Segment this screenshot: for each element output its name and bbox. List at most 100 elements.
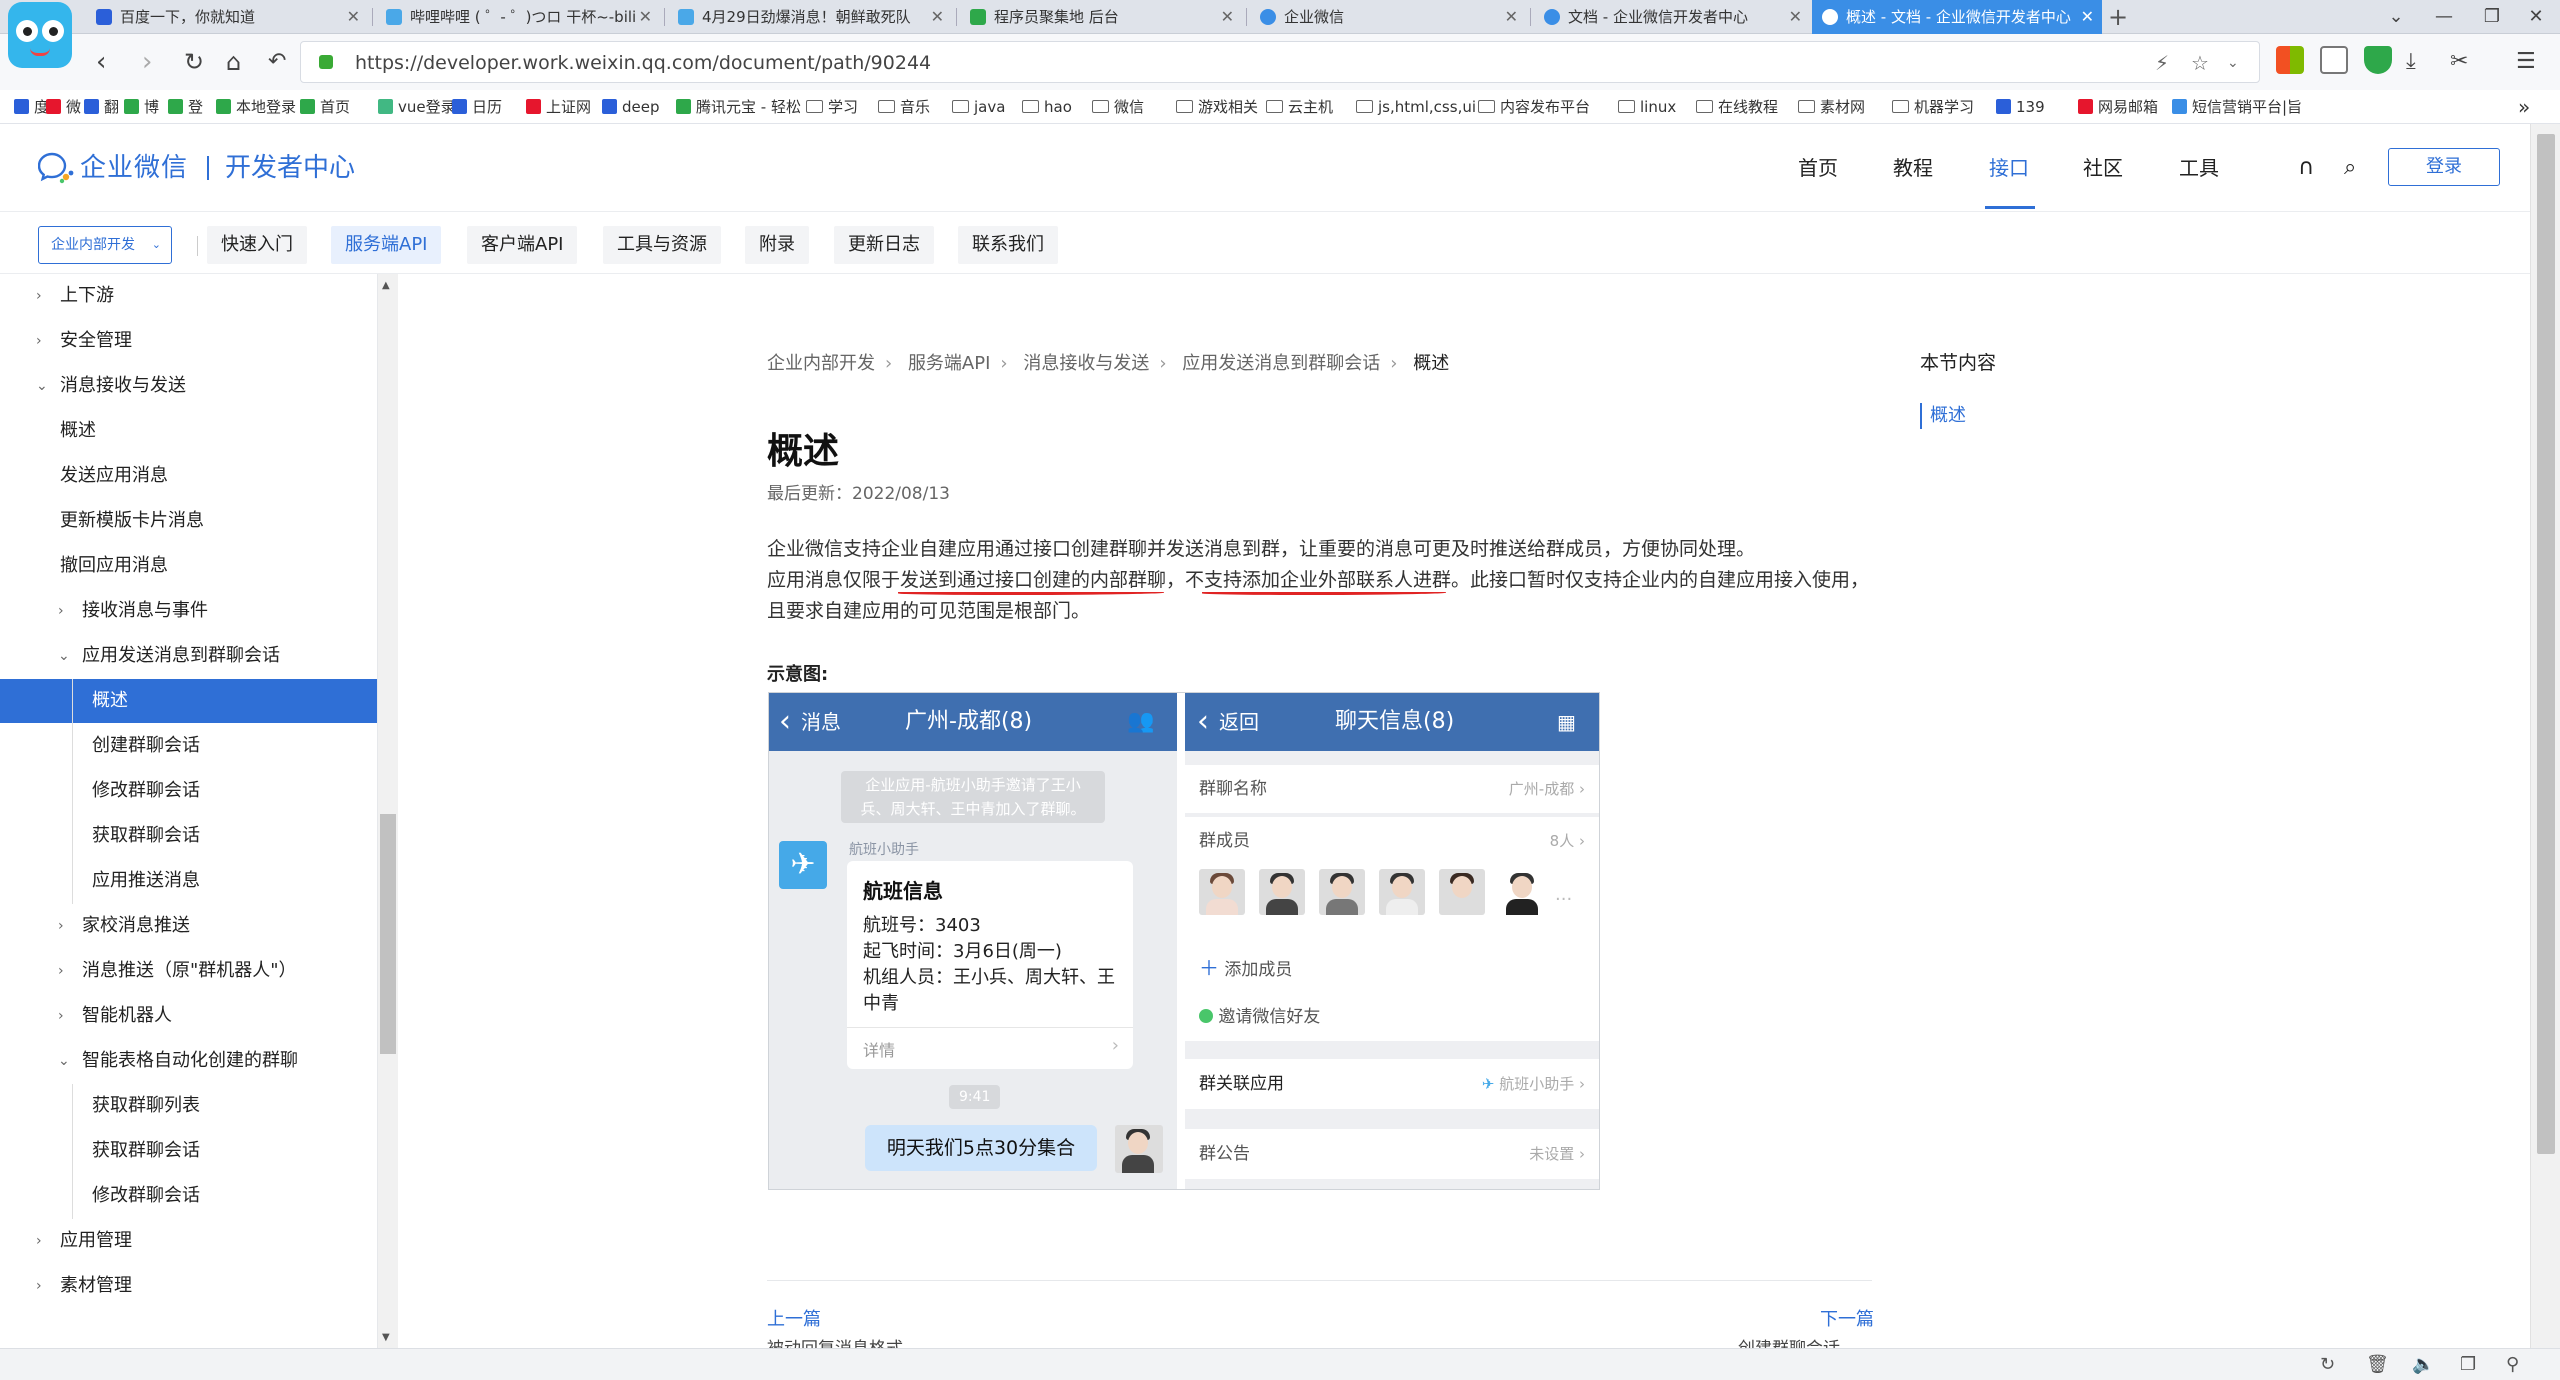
sidebar-item[interactable]: › 智能机器人 xyxy=(0,994,377,1038)
bookmark-19[interactable]: js,html,css,ui xyxy=(1356,90,1476,124)
bookmark-18[interactable]: 云主机 xyxy=(1266,90,1333,124)
bookmark-25[interactable]: 139 xyxy=(1996,90,2045,124)
chevron-down-icon[interactable]: ⌄ xyxy=(36,364,48,408)
bookmark-12[interactable]: 学习 xyxy=(806,90,858,124)
bookmark-9[interactable]: 上证网 xyxy=(526,90,591,124)
close-window-button[interactable]: ✕ xyxy=(2516,0,2556,34)
bookmark-24[interactable]: 机器学习 xyxy=(1892,90,1974,124)
bookmark-3[interactable]: 博 xyxy=(124,90,159,124)
subnav-quickstart[interactable]: 快速入门 xyxy=(207,226,307,264)
sidebar-item[interactable]: 更新模版卡片消息 xyxy=(0,499,377,543)
bookmark-26[interactable]: 网易邮箱 xyxy=(2078,90,2158,124)
shield-icon[interactable] xyxy=(2364,46,2392,74)
chevron-right-icon[interactable]: › xyxy=(36,1219,42,1263)
restore-button[interactable]: ❐ xyxy=(2472,0,2512,34)
scroll-down-icon[interactable]: ▼ xyxy=(382,1332,390,1343)
lightning-icon[interactable]: ⚡ xyxy=(2155,48,2169,78)
bookmark-17[interactable]: 游戏相关 xyxy=(1176,90,1258,124)
sidebar-item[interactable]: › 安全管理 xyxy=(0,319,377,363)
browser-tab-news[interactable]: 4月29日劲爆消息！朝鲜敢死队 ✕ xyxy=(668,0,952,34)
sidebar-item[interactable]: ⌄ 智能表格自动化创建的群聊 xyxy=(0,1039,377,1083)
chevron-right-icon[interactable]: › xyxy=(36,1264,42,1308)
bookmark-8[interactable]: 日历 xyxy=(452,90,502,124)
star-icon[interactable]: ☆ xyxy=(2191,48,2209,78)
sidebar-item[interactable]: ⌄ 消息接收与发送 xyxy=(0,364,377,408)
close-tab-icon[interactable]: ✕ xyxy=(1221,0,1234,34)
nav-tutorials[interactable]: 教程 xyxy=(1893,148,1933,188)
sidebar-scrollbar[interactable]: ▲ ▼ xyxy=(378,274,398,1348)
sidebar-item[interactable]: 撤回应用消息 xyxy=(0,544,377,588)
sidebar-item[interactable]: 概述 xyxy=(0,679,377,723)
chevron-right-icon[interactable]: › xyxy=(58,949,64,993)
menu-icon[interactable]: ☰ xyxy=(2516,44,2536,80)
browser-tab-admin[interactable]: 程序员聚集地 后台 ✕ xyxy=(960,0,1242,34)
trash-icon[interactable]: 🗑 xyxy=(2366,1353,2389,1377)
next-page-title[interactable]: 创建群聊会话 xyxy=(1738,1338,1840,1348)
browser-tab-docs[interactable]: 文档 - 企业微信开发者中心 ✕ xyxy=(1534,0,1810,34)
close-tab-icon[interactable]: ✕ xyxy=(347,0,360,34)
page-scrollbar[interactable] xyxy=(2530,124,2560,1348)
bookmark-2[interactable]: 翻 xyxy=(84,90,119,124)
back-icon[interactable]: ‹ xyxy=(96,44,106,80)
subnav-contact[interactable]: 联系我们 xyxy=(958,226,1058,264)
subnav-client-api[interactable]: 客户端API xyxy=(467,226,578,264)
wework-logo-icon[interactable] xyxy=(38,152,74,184)
volume-icon[interactable]: 🔈 xyxy=(2412,1353,2434,1377)
dev-type-select[interactable]: 企业内部开发 ⌄ xyxy=(38,226,172,264)
sidebar-item[interactable]: › 素材管理 xyxy=(0,1264,377,1308)
chevron-right-icon[interactable]: › xyxy=(58,589,64,633)
headset-icon[interactable]: ∩ xyxy=(2298,154,2314,182)
bookmark-20[interactable]: 内容发布平台 xyxy=(1478,90,1590,124)
breadcrumb-item[interactable]: 服务端API xyxy=(908,353,990,374)
bookmark-7[interactable]: vue登录 xyxy=(378,90,456,124)
subnav-appendix[interactable]: 附录 xyxy=(745,226,809,264)
brand-subtitle[interactable]: 开发者中心 xyxy=(225,148,355,188)
chevron-down-icon[interactable]: ⌄ xyxy=(2227,48,2239,78)
browser-tab-baidu[interactable]: 百度一下，你就知道 ✕ xyxy=(86,0,368,34)
close-tab-icon[interactable]: ✕ xyxy=(639,0,652,34)
sidebar-item[interactable]: 获取群聊列表 xyxy=(0,1084,377,1128)
sidebar-item[interactable]: 概述 xyxy=(0,409,377,453)
close-tab-icon[interactable]: ✕ xyxy=(1789,0,1802,34)
close-tab-icon[interactable]: ✕ xyxy=(931,0,944,34)
sidebar-item[interactable]: 修改群聊会话 xyxy=(0,769,377,813)
sidebar-item[interactable]: 获取群聊会话 xyxy=(0,814,377,858)
close-tab-icon[interactable]: ✕ xyxy=(2081,0,2094,34)
page-scroll-thumb[interactable] xyxy=(2537,134,2555,1154)
zoom-icon[interactable]: ⚲ xyxy=(2506,1353,2519,1377)
undo-close-icon[interactable]: ↶ xyxy=(268,44,286,80)
minimize-button[interactable]: — xyxy=(2424,0,2464,34)
chevron-down-icon[interactable]: ⌄ xyxy=(58,634,70,678)
brand-name[interactable]: 企业微信 xyxy=(80,148,188,188)
breadcrumb-item[interactable]: 应用发送消息到群聊会话 xyxy=(1182,353,1380,374)
nav-tools[interactable]: 工具 xyxy=(2179,148,2219,188)
scroll-up-icon[interactable]: ▲ xyxy=(382,280,390,291)
download-icon[interactable]: ⤓ xyxy=(2406,44,2416,80)
browser-tab-bilibili[interactable]: 哔哩哔哩 ( ゜- ゜)つロ 干杯~-bili ✕ xyxy=(376,0,660,34)
breadcrumb-item[interactable]: 消息接收与发送 xyxy=(1023,353,1149,374)
bookmark-16[interactable]: 微信 xyxy=(1092,90,1144,124)
nav-home[interactable]: 首页 xyxy=(1798,148,1838,188)
forward-icon[interactable]: › xyxy=(142,44,152,80)
address-bar[interactable]: https://developer.work.weixin.qq.com/doc… xyxy=(300,41,2260,83)
scissors-icon[interactable]: ✂ xyxy=(2450,44,2468,80)
sidebar-item[interactable]: 应用推送消息 xyxy=(0,859,377,903)
sidebar-item[interactable]: 创建群聊会话 xyxy=(0,724,377,768)
reload-icon[interactable]: ↻ xyxy=(184,44,204,80)
sidebar-item[interactable]: › 接收消息与事件 xyxy=(0,589,377,633)
close-tab-icon[interactable]: ✕ xyxy=(1505,0,1518,34)
search-icon[interactable]: ⌕ xyxy=(2344,154,2356,182)
subnav-changelog[interactable]: 更新日志 xyxy=(834,226,934,264)
login-button[interactable]: 登录 xyxy=(2388,148,2500,186)
bookmark-0[interactable]: 度 xyxy=(14,90,49,124)
bookmark-13[interactable]: 音乐 xyxy=(878,90,930,124)
window-icon[interactable]: ❐ xyxy=(2460,1353,2476,1377)
bookmark-15[interactable]: hao xyxy=(1022,90,1072,124)
new-tab-button[interactable]: + xyxy=(2108,0,2128,34)
reader-icon[interactable] xyxy=(2320,46,2348,74)
sidebar-item[interactable]: ⌄ 应用发送消息到群聊会话 xyxy=(0,634,377,678)
bookmark-21[interactable]: linux xyxy=(1618,90,1676,124)
sidebar-item[interactable]: › 应用管理 xyxy=(0,1219,377,1263)
prev-page-title[interactable]: 被动回复消息格式 xyxy=(767,1338,903,1348)
sidebar-item[interactable]: › 家校消息推送 xyxy=(0,904,377,948)
